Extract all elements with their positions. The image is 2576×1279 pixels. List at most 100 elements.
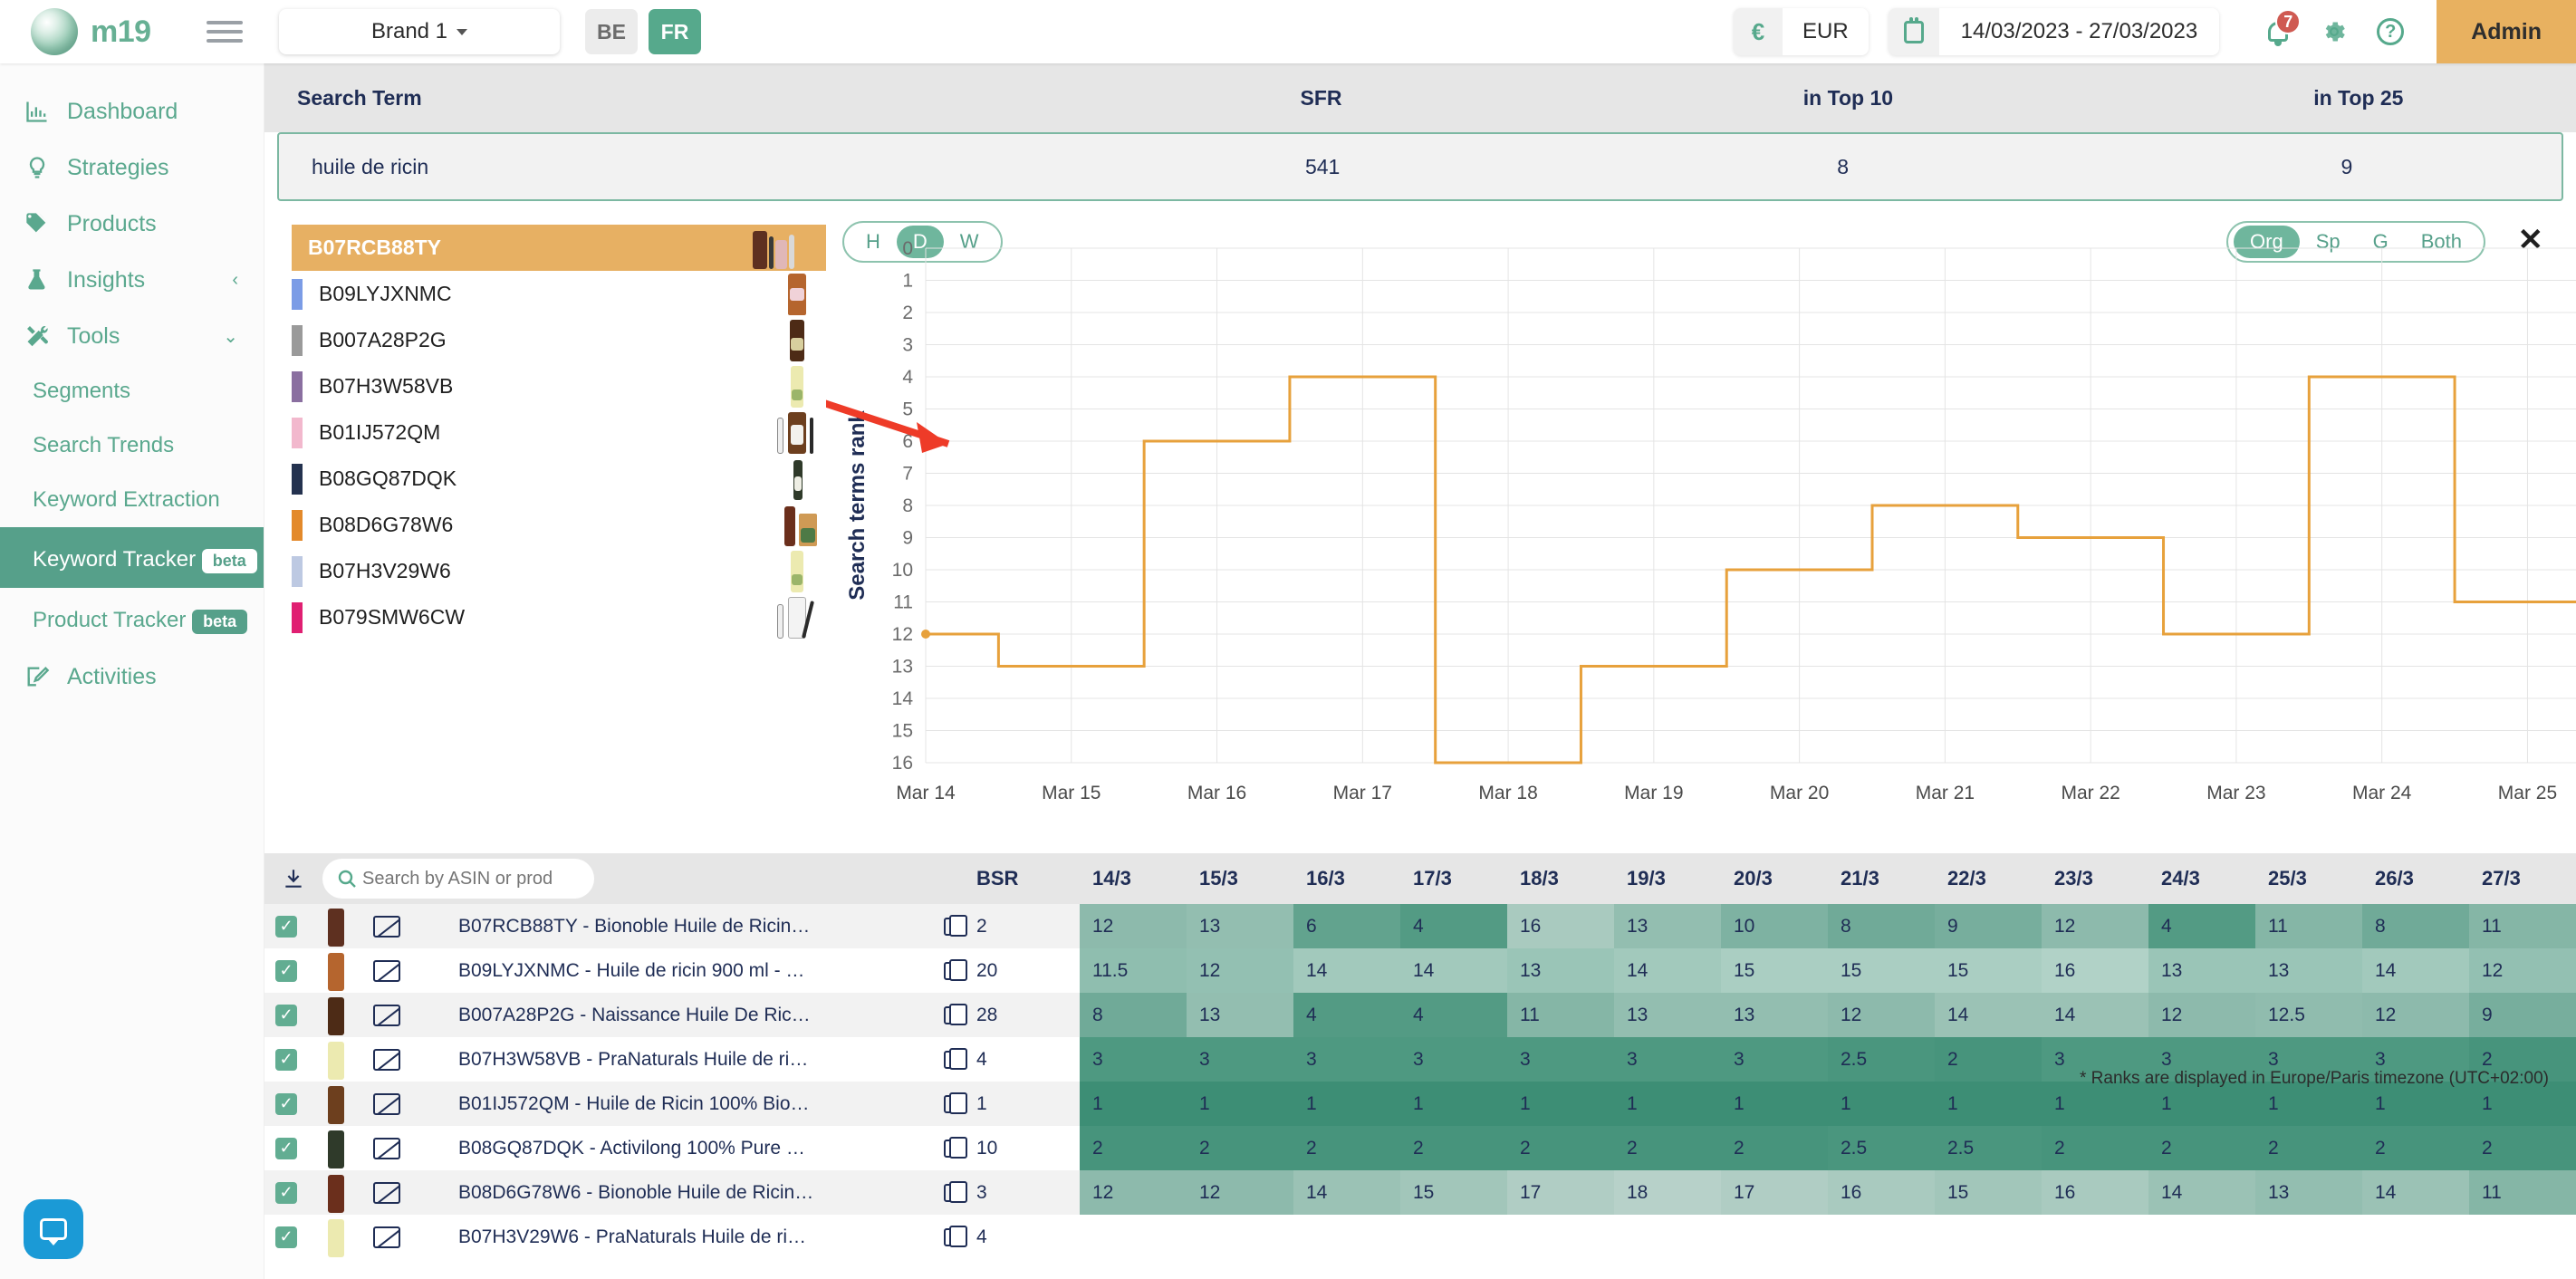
cell-rank: 10 xyxy=(1721,904,1828,948)
product-name: B01IJ572QM - Huile de Ricin 100% Bio… xyxy=(438,1093,931,1115)
cell-rank: 18 xyxy=(1614,1170,1721,1215)
row-checkbox[interactable]: ✓ xyxy=(264,1182,308,1204)
sidebar-item-keyword-extraction[interactable]: Keyword Extraction xyxy=(0,473,264,527)
asin-legend-item[interactable]: B07H3V29W6 xyxy=(292,548,826,594)
svg-text:Mar 23: Mar 23 xyxy=(2206,783,2265,803)
search-term-row[interactable]: huile de ricin 541 8 9 xyxy=(277,132,2563,201)
chat-support-button[interactable] xyxy=(24,1199,83,1259)
chart-svg: 012345678910111213141516Mar 14Mar 15Mar … xyxy=(826,201,2576,853)
cell-rank: 11 xyxy=(2469,1170,2576,1215)
table-row[interactable]: ✓B07H3V29W6 - PraNaturals Huile de ri…4 xyxy=(264,1215,2576,1259)
cell-rank: 1 xyxy=(1187,1082,1293,1126)
table-row[interactable]: ✓B01IJ572QM - Huile de Ricin 100% Bio…11… xyxy=(264,1082,2576,1126)
chevron-left-icon: ‹ xyxy=(232,270,238,291)
sidebar-item-insights[interactable]: Insights ‹ xyxy=(0,252,264,308)
notifications-button[interactable]: 7 xyxy=(2250,4,2306,60)
asin-legend-item[interactable]: B08D6G78W6 xyxy=(292,502,826,548)
beta-badge: beta xyxy=(192,610,247,634)
sidebar-item-product-tracker[interactable]: Product Tracker beta xyxy=(0,588,264,649)
copy-icon[interactable] xyxy=(931,1228,971,1246)
download-icon[interactable] xyxy=(264,867,322,890)
asin-legend-item[interactable]: B079SMW6CW xyxy=(292,594,826,640)
series-color-swatch xyxy=(292,418,303,448)
row-checkbox[interactable]: ✓ xyxy=(264,960,308,982)
series-color-swatch xyxy=(292,602,303,633)
table-row[interactable]: ✓B007A28P2G - Naissance Huile De Ric…288… xyxy=(264,993,2576,1037)
series-color-swatch xyxy=(292,279,303,310)
sidebar-item-search-trends[interactable]: Search Trends xyxy=(0,418,264,473)
product-name: B08GQ87DQK - Activilong 100% Pure … xyxy=(438,1138,931,1159)
sidebar-item-products[interactable]: Products xyxy=(0,196,264,252)
currency-selector[interactable]: € EUR xyxy=(1734,8,1869,55)
cell-rank: 2 xyxy=(2148,1126,2255,1170)
cell-rank: 1 xyxy=(2469,1082,2576,1126)
lang-button-fr[interactable]: FR xyxy=(649,9,701,54)
cell-rank: 1 xyxy=(2148,1082,2255,1126)
asin-legend-item[interactable]: B01IJ572QM xyxy=(292,409,826,456)
row-checkbox[interactable]: ✓ xyxy=(264,916,308,938)
header-day-26-3: 26/3 xyxy=(2362,867,2469,890)
sidebar-item-dashboard[interactable]: Dashboard xyxy=(0,83,264,139)
sidebar-item-strategies[interactable]: Strategies xyxy=(0,139,264,196)
copy-icon[interactable] xyxy=(931,1006,971,1024)
admin-button[interactable]: Admin xyxy=(2437,0,2576,63)
cell-rank: 1 xyxy=(1293,1082,1400,1126)
cell-rank: 1 xyxy=(1935,1082,2042,1126)
cell-rank: 12.5 xyxy=(2255,993,2362,1037)
cell-rank: 11 xyxy=(1507,993,1614,1037)
sidebar-item-segments[interactable]: Segments xyxy=(0,364,264,418)
cell-rank: 14 xyxy=(1614,948,1721,993)
asin-legend-item[interactable]: B09LYJXNMC xyxy=(292,271,826,317)
date-range-picker[interactable]: 14/03/2023 - 27/03/2023 xyxy=(1889,8,2220,55)
row-checkbox[interactable]: ✓ xyxy=(264,1005,308,1026)
copy-icon[interactable] xyxy=(931,1051,971,1069)
row-checkbox[interactable]: ✓ xyxy=(264,1093,308,1115)
gear-icon xyxy=(2321,18,2348,45)
table-row[interactable]: ✓B09LYJXNMC - Huile de ricin 900 ml - …2… xyxy=(264,948,2576,993)
cell-rank: 12 xyxy=(2469,948,2576,993)
svg-text:Mar 19: Mar 19 xyxy=(1624,783,1683,803)
row-checkbox[interactable]: ✓ xyxy=(264,1226,308,1248)
cell-rank: 16 xyxy=(1507,904,1614,948)
cell-rank: 12 xyxy=(1187,1170,1293,1215)
asin-legend-item[interactable]: B007A28P2G xyxy=(292,317,826,363)
copy-icon[interactable] xyxy=(931,962,971,980)
copy-icon[interactable] xyxy=(931,1140,971,1158)
help-button[interactable]: ? xyxy=(2362,4,2418,60)
copy-icon[interactable] xyxy=(931,1184,971,1202)
sidebar-label-keyword-tracker: Keyword Tracker xyxy=(33,547,196,572)
cell-rank: 13 xyxy=(1507,948,1614,993)
asin-legend-item[interactable]: B07H3W58VB xyxy=(292,363,826,409)
copy-icon[interactable] xyxy=(931,1095,971,1113)
row-checkbox[interactable]: ✓ xyxy=(264,1049,308,1071)
sidebar-label-keyword-extraction: Keyword Extraction xyxy=(33,487,220,512)
cell-rank: 14 xyxy=(1293,1170,1400,1215)
brand-selector[interactable]: Brand 1 xyxy=(279,9,560,54)
search-input[interactable] xyxy=(362,869,580,890)
lang-button-be[interactable]: BE xyxy=(585,9,638,54)
sidebar-item-tools[interactable]: Tools ⌄ xyxy=(0,308,264,364)
header-day-18-3: 18/3 xyxy=(1507,867,1614,890)
table-row[interactable]: ✓B08GQ87DQK - Activilong 100% Pure …1022… xyxy=(264,1126,2576,1170)
asin-legend-item[interactable]: B07RCB88TY xyxy=(292,225,826,271)
asin-code: B07RCB88TY xyxy=(308,236,441,260)
cell-rank: 1 xyxy=(1400,1082,1507,1126)
logo[interactable]: m19 xyxy=(0,8,190,55)
cell-rank: 12 xyxy=(2148,993,2255,1037)
hamburger-menu-icon[interactable] xyxy=(207,15,243,48)
copy-icon[interactable] xyxy=(931,918,971,936)
search-input-wrap[interactable] xyxy=(322,859,594,899)
table-row[interactable]: ✓B08D6G78W6 - Bionoble Huile de Ricin…31… xyxy=(264,1170,2576,1215)
table-row[interactable]: ✓B07RCB88TY - Bionoble Huile de Ricin…21… xyxy=(264,904,2576,948)
cell-sfr: 541 xyxy=(1091,155,1554,179)
product-thumbnail xyxy=(308,1170,373,1215)
asin-legend-item[interactable]: B08GQ87DQK xyxy=(292,456,826,502)
search-icon xyxy=(332,863,362,894)
sidebar-item-keyword-tracker[interactable]: Keyword Tracker beta xyxy=(0,527,264,588)
sidebar-item-activities[interactable]: Activities xyxy=(0,649,264,705)
body: Dashboard Strategies Products xyxy=(0,63,2576,1279)
settings-button[interactable] xyxy=(2306,4,2362,60)
svg-text:16: 16 xyxy=(892,753,913,774)
cell-bsr: 28 xyxy=(971,1005,1080,1026)
row-checkbox[interactable]: ✓ xyxy=(264,1138,308,1159)
